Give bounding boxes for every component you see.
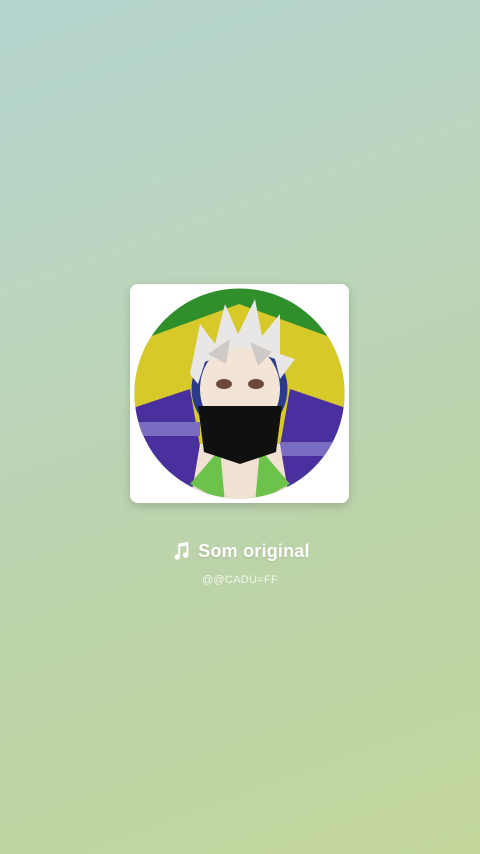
sound-title-row[interactable]: Som original [0,538,480,564]
sound-page: Som original @@CADU=FF [0,0,480,854]
cover-avatar-image [130,284,349,503]
sound-title: Som original [198,540,310,561]
sound-artist-handle[interactable]: @@CADU=FF [0,574,480,586]
music-note-icon [174,541,189,560]
sound-cover-art[interactable] [130,284,349,503]
